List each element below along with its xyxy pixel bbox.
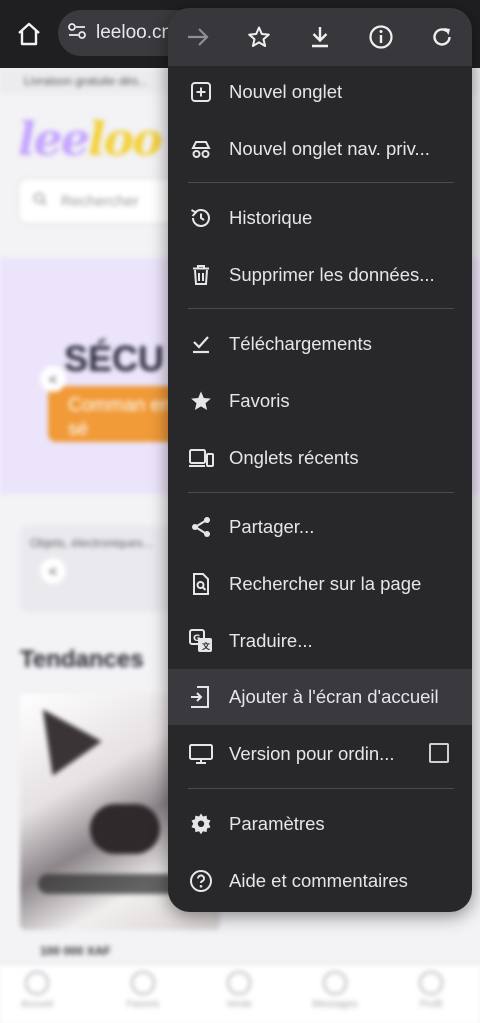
desktop-icon	[186, 739, 216, 769]
menu-divider	[188, 492, 454, 493]
history-icon	[186, 203, 216, 233]
home-icon[interactable]	[10, 14, 48, 54]
bookmark-star-icon[interactable]	[229, 8, 290, 66]
add-to-home-icon	[186, 682, 216, 712]
devices-icon	[186, 443, 216, 473]
menu-item-recent-tabs[interactable]: Onglets récents	[168, 430, 472, 486]
menu-divider	[188, 308, 454, 309]
menu-divider	[188, 182, 454, 183]
star-icon	[186, 386, 216, 416]
reload-icon[interactable]	[411, 8, 472, 66]
menu-item-settings[interactable]: Paramètres	[168, 796, 472, 852]
nav-item-messages[interactable]: Messages	[310, 971, 360, 1010]
svg-text:文: 文	[202, 641, 211, 651]
product-price: 100 000 XAF	[40, 944, 111, 958]
hero-prev-arrow[interactable]: <	[40, 366, 66, 392]
url-text: leeloo.cn	[96, 22, 173, 43]
incognito-icon	[186, 134, 216, 164]
translate-icon: G文	[186, 626, 216, 656]
download-icon[interactable]	[290, 8, 351, 66]
menu-item-downloads[interactable]: Téléchargements	[168, 316, 472, 372]
bottom-navigation: Accueil Favoris Vente Messages Profil	[0, 964, 480, 1023]
menu-item-desktop-site[interactable]: Version pour ordin...	[168, 726, 472, 782]
menu-item-find-in-page[interactable]: Rechercher sur la page	[168, 556, 472, 612]
desktop-site-checkbox[interactable]	[429, 743, 449, 763]
menu-item-incognito-tab[interactable]: Nouvel onglet nav. priv...	[168, 121, 472, 177]
menu-item-add-to-home[interactable]: Ajouter à l'écran d'accueil	[168, 669, 472, 725]
menu-item-bookmarks[interactable]: Favoris	[168, 373, 472, 429]
menu-item-translate[interactable]: G文 Traduire...	[168, 613, 472, 669]
site-settings-icon[interactable]	[66, 20, 88, 47]
category-prev-arrow[interactable]: <	[40, 558, 66, 584]
leeloo-logo[interactable]: leeloo	[18, 112, 163, 166]
settings-gear-icon	[186, 809, 216, 839]
help-icon	[186, 866, 216, 896]
nav-item-profil[interactable]: Profil	[406, 971, 456, 1010]
share-icon	[186, 512, 216, 542]
find-in-page-icon	[186, 569, 216, 599]
menu-toolbar	[168, 8, 472, 66]
svg-text:G: G	[193, 634, 200, 644]
search-icon	[33, 192, 47, 210]
menu-item-help[interactable]: Aide et commentaires	[168, 853, 472, 909]
hero-cta-button[interactable]: Comman en sé	[48, 386, 188, 442]
nav-item-favoris[interactable]: Favoris	[118, 971, 168, 1010]
forward-icon[interactable]	[168, 8, 229, 66]
menu-item-clear-data[interactable]: Supprimer les données...	[168, 247, 472, 303]
menu-divider	[188, 788, 454, 789]
search-placeholder: Rechercher	[61, 192, 139, 210]
menu-item-new-tab[interactable]: Nouvel onglet	[168, 64, 472, 120]
nav-item-accueil[interactable]: Accueil	[12, 971, 62, 1010]
trash-icon	[186, 260, 216, 290]
info-icon[interactable]	[350, 8, 411, 66]
browser-overflow-menu: Nouvel onglet Nouvel onglet nav. priv...…	[168, 8, 472, 912]
nav-item-vente[interactable]: Vente	[214, 971, 264, 1010]
menu-item-share[interactable]: Partager...	[168, 499, 472, 555]
new-tab-icon	[186, 77, 216, 107]
section-title: Tendances	[20, 646, 144, 673]
downloads-icon	[186, 329, 216, 359]
hero-title: SÉCU	[64, 338, 165, 379]
menu-item-history[interactable]: Historique	[168, 190, 472, 246]
